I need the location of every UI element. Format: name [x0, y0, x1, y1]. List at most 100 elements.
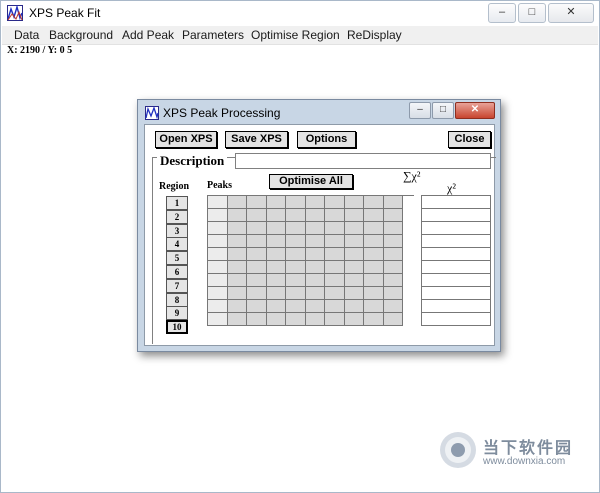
peak-cell[interactable]	[325, 300, 345, 313]
peak-cell[interactable]	[364, 209, 384, 222]
peak-cell[interactable]	[325, 287, 345, 300]
peak-cell[interactable]	[364, 300, 384, 313]
peak-cell[interactable]	[247, 274, 267, 287]
region-button-2[interactable]: 2	[166, 209, 188, 224]
peak-cell[interactable]	[383, 209, 403, 222]
peak-cell[interactable]	[325, 261, 345, 274]
region-button-1[interactable]: 1	[166, 196, 188, 210]
peak-cell[interactable]	[227, 248, 247, 261]
peak-cell[interactable]	[286, 274, 306, 287]
region-button-9[interactable]: 9	[166, 306, 188, 321]
dialog-minimize-button[interactable]: –	[409, 102, 431, 119]
peak-cell[interactable]	[266, 235, 286, 248]
peak-cell[interactable]	[266, 248, 286, 261]
region-button-10[interactable]: 10	[166, 320, 188, 335]
peak-cell[interactable]	[247, 313, 267, 326]
peak-cell[interactable]	[383, 287, 403, 300]
peak-cell[interactable]	[325, 196, 345, 209]
peak-cell[interactable]	[383, 235, 403, 248]
peak-cell[interactable]	[344, 313, 364, 326]
peak-cell[interactable]	[344, 300, 364, 313]
peak-cell[interactable]	[247, 196, 267, 209]
peak-cell[interactable]	[286, 313, 306, 326]
peak-cell[interactable]	[364, 274, 384, 287]
peak-cell[interactable]	[227, 274, 247, 287]
peak-cell[interactable]	[383, 261, 403, 274]
peak-cell[interactable]	[305, 287, 325, 300]
peak-cell[interactable]	[344, 261, 364, 274]
peak-cell[interactable]	[227, 196, 247, 209]
peak-cell[interactable]	[208, 209, 228, 222]
peak-cell[interactable]	[247, 261, 267, 274]
peak-cell[interactable]	[383, 248, 403, 261]
peak-cell[interactable]	[286, 287, 306, 300]
peak-cell[interactable]	[325, 235, 345, 248]
peak-cell[interactable]	[383, 222, 403, 235]
peak-cell[interactable]	[325, 209, 345, 222]
region-button-7[interactable]: 7	[166, 278, 188, 293]
peak-cell[interactable]	[344, 235, 364, 248]
peak-cell[interactable]	[305, 261, 325, 274]
menu-background[interactable]: Background	[49, 28, 113, 42]
peak-cell[interactable]	[208, 261, 228, 274]
menu-redisplay[interactable]: ReDisplay	[347, 28, 402, 42]
peak-cell[interactable]	[266, 287, 286, 300]
peak-cell[interactable]	[227, 300, 247, 313]
peak-cell[interactable]	[325, 222, 345, 235]
peak-cell[interactable]	[266, 313, 286, 326]
peak-cell[interactable]	[247, 235, 267, 248]
peak-cell[interactable]	[325, 248, 345, 261]
peak-cell[interactable]	[286, 300, 306, 313]
peak-cell[interactable]	[305, 209, 325, 222]
peak-cell[interactable]	[383, 300, 403, 313]
menu-add-peak[interactable]: Add Peak	[122, 28, 174, 42]
peak-cell[interactable]	[325, 274, 345, 287]
peak-cell[interactable]	[266, 300, 286, 313]
minimize-button[interactable]: –	[488, 3, 516, 23]
close-button[interactable]: ✕	[548, 3, 594, 23]
peak-cell[interactable]	[286, 209, 306, 222]
region-button-5[interactable]: 5	[166, 251, 188, 266]
peak-cell[interactable]	[208, 222, 228, 235]
peak-cell[interactable]	[247, 300, 267, 313]
peak-cell[interactable]	[364, 261, 384, 274]
peak-cell[interactable]	[305, 248, 325, 261]
peak-cell[interactable]	[383, 196, 403, 209]
peak-cell[interactable]	[305, 222, 325, 235]
peak-cell[interactable]	[227, 235, 247, 248]
peak-cell[interactable]	[305, 196, 325, 209]
optimise-all-button[interactable]: Optimise All	[269, 174, 353, 189]
peak-cell[interactable]	[364, 287, 384, 300]
peak-cell[interactable]	[208, 287, 228, 300]
peak-cell[interactable]	[364, 222, 384, 235]
peak-cell[interactable]	[383, 313, 403, 326]
peak-cell[interactable]	[208, 313, 228, 326]
peak-cell[interactable]	[286, 261, 306, 274]
description-input[interactable]	[235, 153, 491, 169]
menu-data[interactable]: Data	[14, 28, 39, 42]
options-button[interactable]: Options	[297, 131, 356, 148]
peak-cell[interactable]	[266, 196, 286, 209]
peak-cell[interactable]	[247, 222, 267, 235]
peak-cell[interactable]	[344, 274, 364, 287]
menu-optimise-region[interactable]: Optimise Region	[251, 28, 340, 42]
peak-cell[interactable]	[227, 209, 247, 222]
peak-cell[interactable]	[208, 196, 228, 209]
region-button-8[interactable]: 8	[166, 292, 188, 307]
peak-cell[interactable]	[227, 261, 247, 274]
title-bar[interactable]: XPS Peak Fit – □ ✕	[1, 1, 599, 25]
peak-cell[interactable]	[208, 235, 228, 248]
peak-cell[interactable]	[208, 248, 228, 261]
dialog-maximize-button[interactable]: □	[432, 102, 454, 119]
dialog-close-text-button[interactable]: Close	[448, 131, 491, 148]
peak-cell[interactable]	[286, 248, 306, 261]
peak-cell[interactable]	[227, 313, 247, 326]
peak-cell[interactable]	[208, 300, 228, 313]
menu-parameters[interactable]: Parameters	[182, 28, 244, 42]
peak-cell[interactable]	[227, 287, 247, 300]
peak-cell[interactable]	[344, 196, 364, 209]
peak-cell[interactable]	[344, 209, 364, 222]
region-button-4[interactable]: 4	[166, 237, 188, 252]
peak-cell[interactable]	[286, 222, 306, 235]
peak-cell[interactable]	[344, 248, 364, 261]
